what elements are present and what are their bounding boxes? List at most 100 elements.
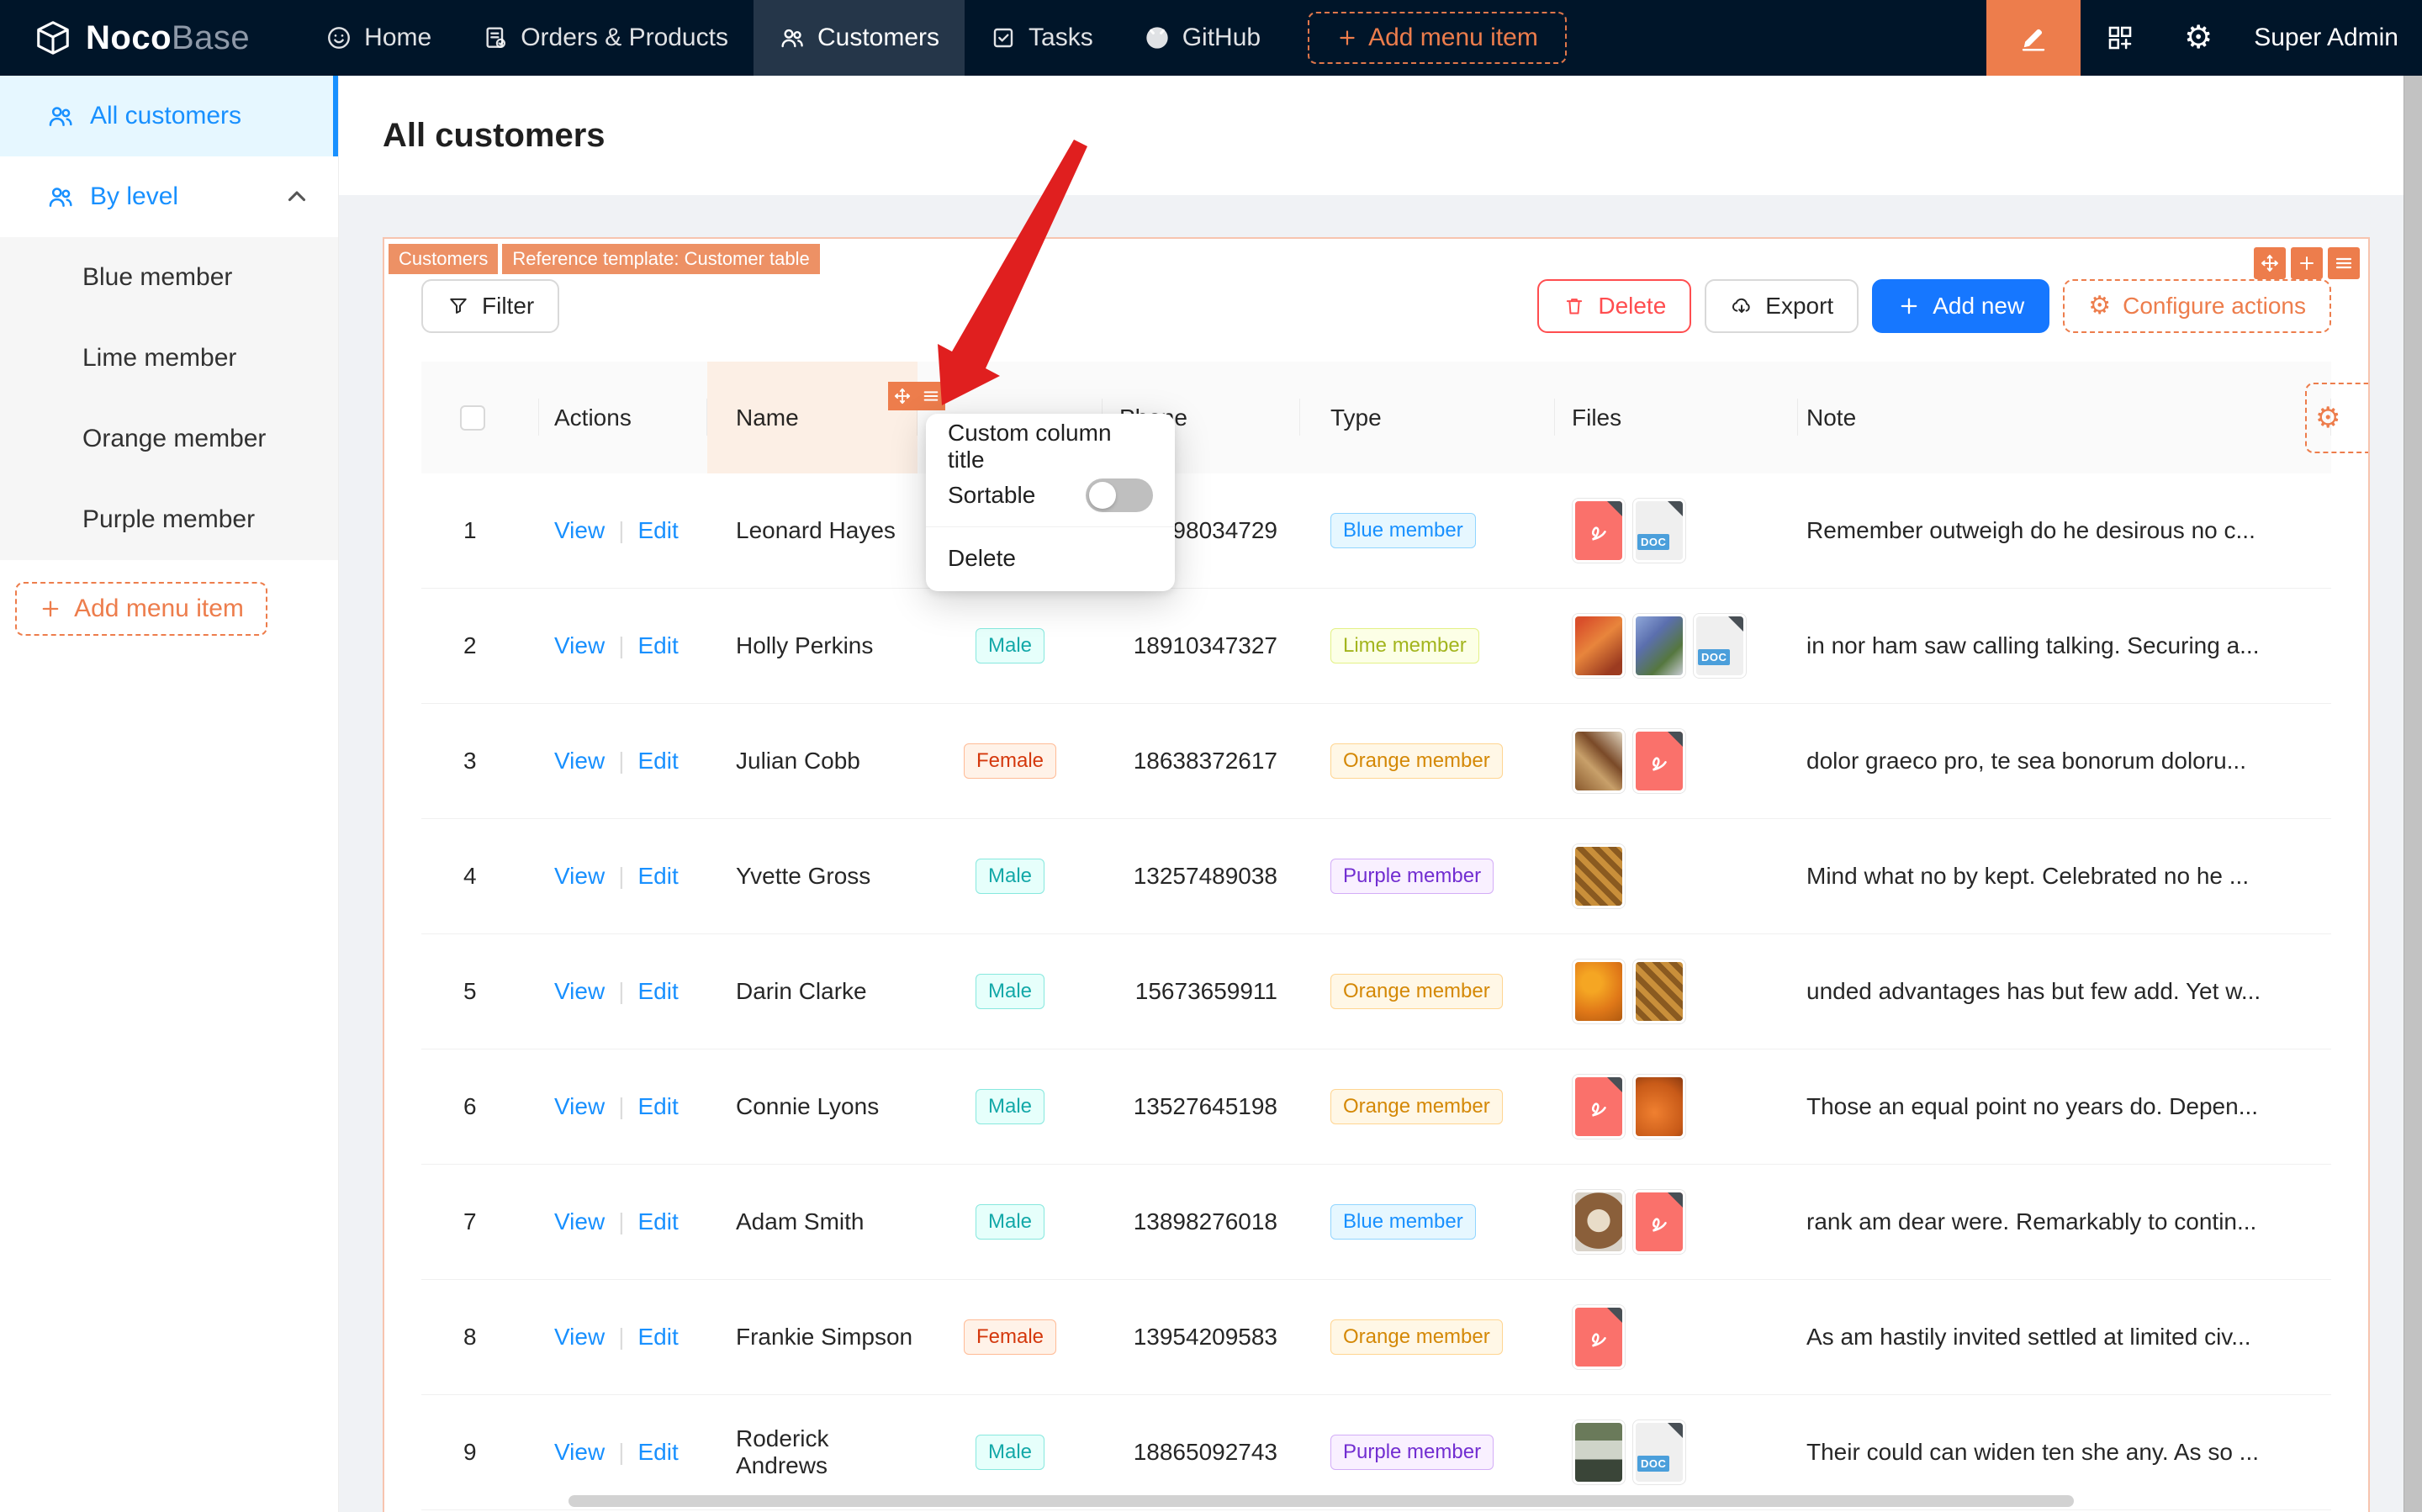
nav-item-home[interactable]: Home xyxy=(300,0,457,76)
sidebar-add-menu-item-button[interactable]: Add menu item xyxy=(15,582,267,636)
link-separator: | xyxy=(618,517,625,543)
block-menu-icon[interactable] xyxy=(2328,247,2360,279)
nav-item-tasks[interactable]: Tasks xyxy=(965,0,1118,76)
configure-columns-button[interactable]: ⚙ xyxy=(2305,383,2368,453)
sidebar-item-orange-member[interactable]: Orange member xyxy=(0,399,338,479)
sidebar-item-blue-member[interactable]: Blue member xyxy=(0,237,338,318)
phone-value: 18638372617 xyxy=(1133,748,1277,774)
edit-link[interactable]: Edit xyxy=(637,632,678,659)
configure-actions-button[interactable]: ⚙ Configure actions xyxy=(2063,279,2331,333)
filter-button[interactable]: Filter xyxy=(421,279,560,333)
view-link[interactable]: View xyxy=(554,632,605,659)
doc-thumbnail[interactable]: DOC xyxy=(1693,613,1747,679)
view-link[interactable]: View xyxy=(554,1439,605,1466)
photo-thumbnail[interactable] xyxy=(1572,728,1626,794)
sidebar-item-label: Purple member xyxy=(82,505,256,533)
photo-thumbnail[interactable] xyxy=(1632,1074,1686,1139)
pdf-thumbnail[interactable] xyxy=(1572,1074,1626,1139)
table-row[interactable]: 5 View | Edit Darin Clarke Male 15673659… xyxy=(421,934,2331,1049)
column-header-note: Note xyxy=(1798,362,2331,473)
table-row[interactable]: 2 View | Edit Holly Perkins Male 1891034… xyxy=(421,589,2331,704)
note-text: Mind what no by kept. Celebrated no he .… xyxy=(1806,863,2250,889)
type-cell: Lime member xyxy=(1300,628,1555,663)
row-actions: View | Edit xyxy=(539,1324,707,1351)
table-row[interactable]: 9 View | Edit Roderick Andrews Male 1886… xyxy=(421,1395,2331,1510)
column-menu-icon[interactable] xyxy=(917,382,945,410)
pdf-thumbnail[interactable] xyxy=(1572,1304,1626,1370)
navbar-add-menu-item-button[interactable]: Add menu item xyxy=(1308,12,1567,64)
brand-logo[interactable]: NocoBase xyxy=(0,19,300,57)
vertical-scrollbar[interactable] xyxy=(2403,76,2422,1512)
ui-editor-button[interactable] xyxy=(1986,0,2081,76)
view-link[interactable]: View xyxy=(554,517,605,544)
settings-button[interactable]: ⚙ xyxy=(2160,22,2237,54)
view-link[interactable]: View xyxy=(554,1093,605,1120)
edit-link[interactable]: Edit xyxy=(637,1439,678,1466)
sidebar-item-by-level[interactable]: By level xyxy=(0,156,338,237)
table-row[interactable]: 4 View | Edit Yvette Gross Male 13257489… xyxy=(421,819,2331,934)
photo-icon xyxy=(1575,1192,1622,1251)
photo-icon xyxy=(1575,962,1622,1021)
photo-thumbnail[interactable] xyxy=(1632,613,1686,679)
main-area: All customers Customers Reference templa… xyxy=(339,76,2422,1512)
edit-link[interactable]: Edit xyxy=(637,517,678,544)
pdf-icon xyxy=(1575,1308,1622,1367)
photo-thumbnail[interactable] xyxy=(1632,959,1686,1024)
sidebar-item-purple-member[interactable]: Purple member xyxy=(0,479,338,560)
gender-cell: Male xyxy=(918,628,1103,663)
menu-item-sortable[interactable]: Sortable xyxy=(926,471,1175,520)
nav-item-github[interactable]: GitHub xyxy=(1118,0,1286,76)
horizontal-scrollbar[interactable] xyxy=(568,1495,2074,1507)
pdf-thumbnail[interactable] xyxy=(1632,1189,1686,1255)
photo-thumbnail[interactable] xyxy=(1572,843,1626,909)
photo-thumbnail[interactable] xyxy=(1572,1189,1626,1255)
pdf-thumbnail[interactable] xyxy=(1632,728,1686,794)
view-link[interactable]: View xyxy=(554,978,605,1005)
user-menu[interactable]: Super Admin xyxy=(2237,24,2422,52)
table-row[interactable]: 8 View | Edit Frankie Simpson Female 139… xyxy=(421,1280,2331,1395)
edit-link[interactable]: Edit xyxy=(637,863,678,890)
doc-thumbnail[interactable]: DOC xyxy=(1632,498,1686,563)
photo-thumbnail[interactable] xyxy=(1572,1419,1626,1485)
delete-button[interactable]: Delete xyxy=(1537,279,1692,333)
menu-item-custom-column-title[interactable]: Custom column title xyxy=(926,420,1175,473)
column-drag-handle-icon[interactable] xyxy=(888,382,917,410)
cloud-download-icon xyxy=(1732,298,1750,313)
configure-actions-label: Configure actions xyxy=(2123,293,2306,319)
edit-link[interactable]: Edit xyxy=(637,1208,678,1235)
table-row[interactable]: 3 View | Edit Julian Cobb Female 1863837… xyxy=(421,704,2331,819)
sortable-toggle[interactable] xyxy=(1086,478,1153,512)
doc-thumbnail[interactable]: DOC xyxy=(1632,1419,1686,1485)
select-all-checkbox[interactable] xyxy=(460,404,485,431)
edit-link[interactable]: Edit xyxy=(637,1093,678,1120)
pdf-thumbnail[interactable] xyxy=(1572,498,1626,563)
view-link[interactable]: View xyxy=(554,1324,605,1351)
add-block-icon[interactable] xyxy=(2291,247,2323,279)
view-link[interactable]: View xyxy=(554,748,605,775)
sidebar-item-label: All customers xyxy=(90,102,242,130)
photo-thumbnail[interactable] xyxy=(1572,613,1626,679)
row-actions: View | Edit xyxy=(539,748,707,775)
edit-link[interactable]: Edit xyxy=(637,1324,678,1351)
plugin-settings-button[interactable] xyxy=(2081,23,2160,53)
nav-item-orders-products[interactable]: Orders & Products xyxy=(457,0,754,76)
table-row[interactable]: 7 View | Edit Adam Smith Male 1389827601… xyxy=(421,1165,2331,1280)
edit-link[interactable]: Edit xyxy=(637,978,678,1005)
table-row[interactable]: 1 View | Edit Leonard Hayes 98034729 Blu… xyxy=(421,473,2331,589)
table-row[interactable]: 6 View | Edit Connie Lyons Male 13527645… xyxy=(421,1049,2331,1165)
nav-item-customers[interactable]: Customers xyxy=(753,0,965,76)
view-link[interactable]: View xyxy=(554,1208,605,1235)
export-button[interactable]: Export xyxy=(1705,279,1859,333)
add-new-button[interactable]: Add new xyxy=(1872,279,2050,333)
doc-label: DOC xyxy=(1637,534,1670,550)
column-header-name[interactable]: Name xyxy=(707,362,945,473)
view-link[interactable]: View xyxy=(554,863,605,890)
menu-item-delete[interactable]: Delete xyxy=(926,534,1175,583)
nav-item-label: Home xyxy=(364,24,432,51)
edit-link[interactable]: Edit xyxy=(637,748,678,775)
sidebar: All customers By level Blue member Lime … xyxy=(0,76,339,1512)
photo-thumbnail[interactable] xyxy=(1572,959,1626,1024)
sidebar-item-all-customers[interactable]: All customers xyxy=(0,76,338,156)
sidebar-item-lime-member[interactable]: Lime member xyxy=(0,318,338,399)
drag-handle-icon[interactable] xyxy=(2254,247,2286,279)
